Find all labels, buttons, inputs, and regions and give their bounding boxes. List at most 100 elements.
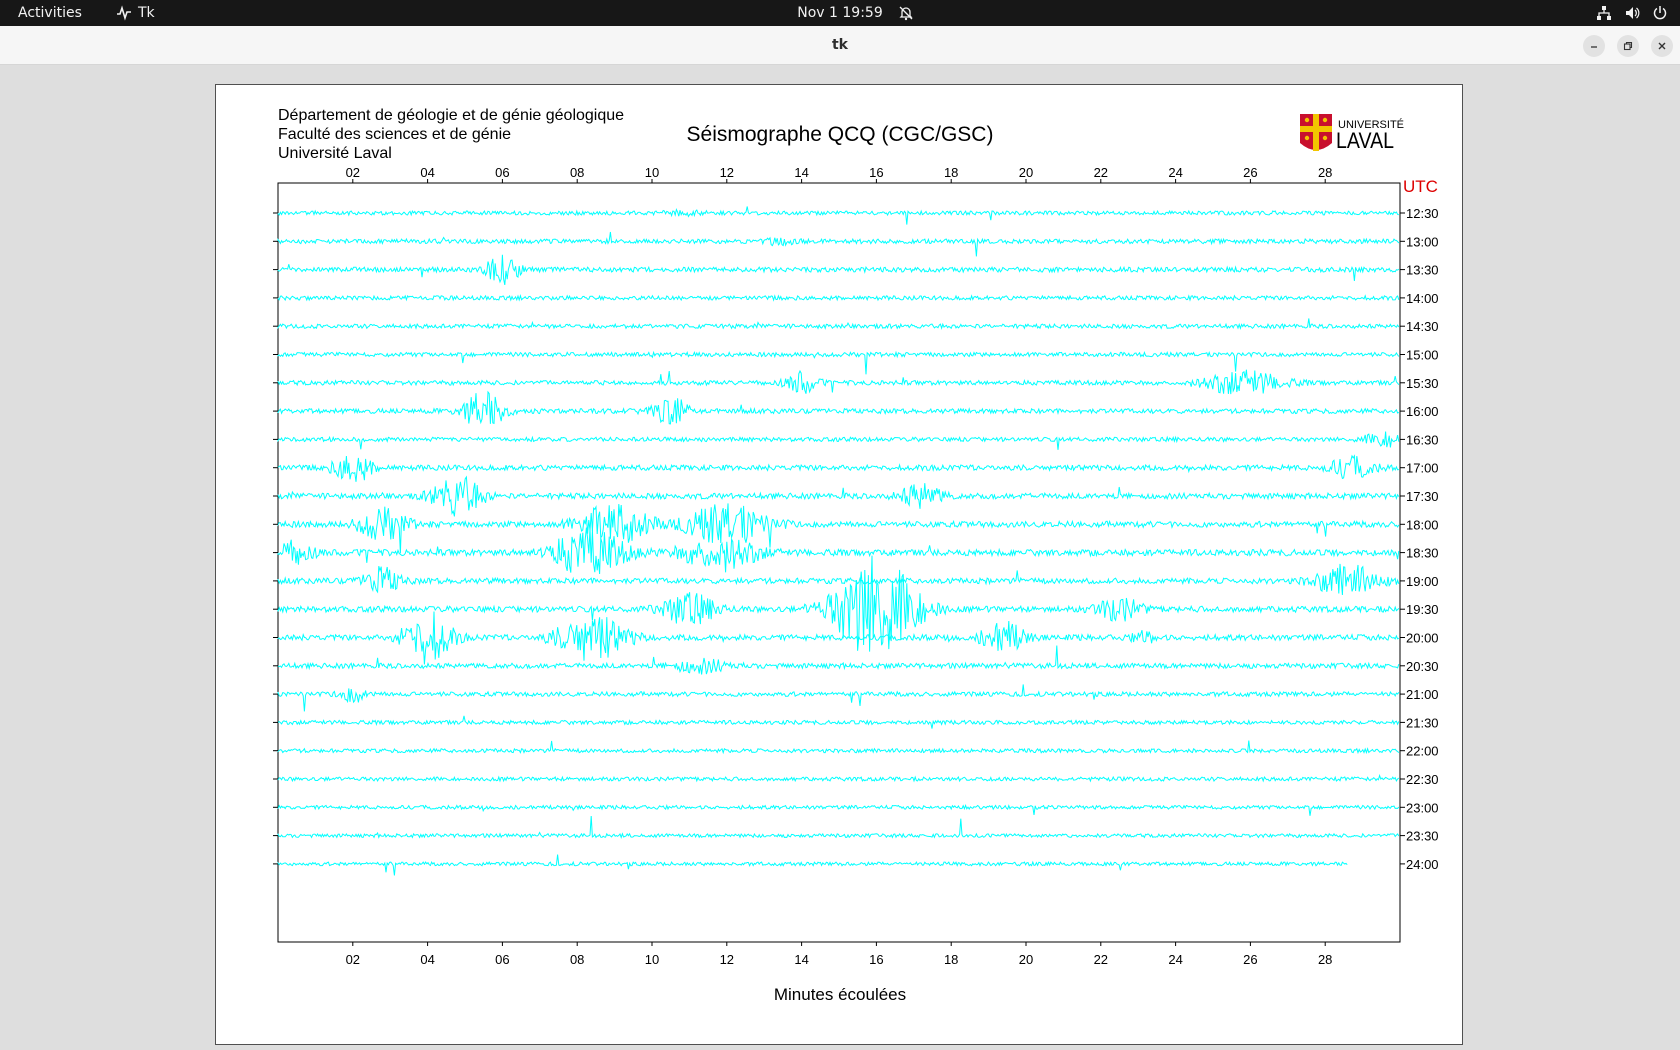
- trace-time-label: 20:00: [1406, 631, 1439, 646]
- seismic-trace: [277, 684, 1400, 712]
- restore-icon: [1623, 41, 1633, 51]
- activities-button[interactable]: Activities: [18, 0, 82, 26]
- x-tick-label-top: 16: [869, 165, 883, 180]
- seismic-trace: [277, 318, 1400, 330]
- seismic-trace: [277, 527, 1400, 575]
- window-titlebar[interactable]: tk: [0, 26, 1680, 65]
- x-tick-label-bottom: 04: [420, 952, 434, 967]
- trace-time-label: 21:00: [1406, 687, 1439, 702]
- clock[interactable]: Nov 1 19:59: [0, 0, 1680, 26]
- x-tick-label-top: 08: [570, 165, 584, 180]
- x-tick-label-bottom: 22: [1094, 952, 1108, 967]
- seismic-trace: [277, 350, 1400, 375]
- seismic-trace: [277, 555, 1400, 652]
- trace-time-label: 13:00: [1406, 234, 1439, 249]
- close-button[interactable]: [1651, 35, 1673, 57]
- volume-icon: [1626, 7, 1640, 19]
- x-tick-label-bottom: 26: [1243, 952, 1257, 967]
- power-icon: [1653, 6, 1667, 20]
- app-menu-label: Tk: [138, 5, 155, 21]
- trace-time-label: 15:00: [1406, 348, 1439, 363]
- x-tick-label-bottom: 16: [869, 952, 883, 967]
- institution-line-2: Faculté des sciences et de génie: [278, 126, 511, 143]
- seismic-trace: [277, 294, 1400, 302]
- x-tick-label-bottom: 08: [570, 952, 584, 967]
- seismic-trace: [277, 390, 1400, 425]
- trace-time-label: 19:00: [1406, 574, 1439, 589]
- trace-time-label: 18:00: [1406, 517, 1439, 532]
- x-tick-label-top: 18: [944, 165, 958, 180]
- x-tick-label-bottom: 24: [1168, 952, 1182, 967]
- trace-time-label: 23:30: [1406, 829, 1439, 844]
- logo-text-bottom: LAVAL: [1336, 128, 1394, 153]
- trace-time-label: 12:30: [1406, 206, 1439, 221]
- trace-time-label: 16:30: [1406, 432, 1439, 447]
- tick-group: 02 02 04 04 06 06 08 08 10 10 12 12 14 14 16 16 18 18 20 20…: [273, 165, 1439, 967]
- x-tick-label-top: 12: [720, 165, 734, 180]
- minimize-button[interactable]: [1583, 35, 1605, 57]
- seismic-trace: [277, 475, 1400, 517]
- trace-time-label: 23:00: [1406, 800, 1439, 815]
- trace-group: [277, 206, 1400, 876]
- x-tick-label-top: 04: [420, 165, 434, 180]
- network-icon: [1597, 6, 1611, 20]
- x-axis-label: Minutes écoulées: [774, 985, 906, 1004]
- system-tray[interactable]: [1596, 0, 1668, 26]
- seismic-trace: [277, 715, 1400, 729]
- seismic-trace: [277, 431, 1400, 450]
- trace-time-label: 14:00: [1406, 291, 1439, 306]
- x-tick-label-top: 24: [1168, 165, 1182, 180]
- top-bar: Activities Tk Nov 1 19:59: [0, 0, 1680, 26]
- seismic-trace: [277, 369, 1400, 395]
- trace-time-label: 22:30: [1406, 772, 1439, 787]
- seismograph-card: Département de géologie et de génie géol…: [215, 84, 1463, 1045]
- trace-time-label: 24:00: [1406, 857, 1439, 872]
- seismic-trace: [277, 503, 1400, 554]
- x-tick-label-top: 10: [645, 165, 659, 180]
- window-title: tk: [831, 37, 848, 53]
- trace-time-label: 18:30: [1406, 546, 1439, 561]
- seismic-trace: [277, 563, 1400, 596]
- trace-time-label: 17:30: [1406, 489, 1439, 504]
- x-tick-label-top: 26: [1243, 165, 1257, 180]
- x-tick-label-top: 06: [495, 165, 509, 180]
- seismic-trace: [277, 231, 1400, 257]
- seismic-trace: [277, 206, 1399, 225]
- seismograph-chart: Département de géologie et de génie géol…: [273, 107, 1439, 1004]
- seismic-trace: [277, 645, 1400, 675]
- x-tick-label-bottom: 12: [720, 952, 734, 967]
- x-tick-label-bottom: 02: [346, 952, 360, 967]
- close-icon: [1658, 42, 1666, 50]
- seismic-trace: [277, 254, 1400, 285]
- seismic-trace: [277, 854, 1348, 876]
- utc-label: UTC: [1403, 177, 1438, 196]
- trace-time-label: 20:30: [1406, 659, 1439, 674]
- logo-shield-icon: [1300, 114, 1332, 151]
- university-logo: UNIVERSITÉ LAVAL: [1300, 114, 1404, 153]
- institution-line-3: Université Laval: [278, 145, 392, 162]
- trace-time-label: 22:00: [1406, 744, 1439, 759]
- trace-time-label: 16:00: [1406, 404, 1439, 419]
- minimize-icon: [1591, 46, 1597, 48]
- seismic-trace: [277, 740, 1400, 755]
- tk-canvas-area: Département de géologie et de génie géol…: [0, 65, 1680, 1050]
- x-tick-label-top: 14: [794, 165, 808, 180]
- seismic-trace: [277, 803, 1400, 816]
- app-icon: [117, 5, 131, 21]
- seismic-trace: [277, 454, 1399, 482]
- x-tick-label-top: 02: [346, 165, 360, 180]
- maximize-button[interactable]: [1617, 35, 1639, 57]
- trace-time-label: 15:30: [1406, 376, 1439, 391]
- trace-time-label: 13:30: [1406, 263, 1439, 278]
- seismic-trace: [277, 815, 1400, 839]
- x-tick-label-top: 28: [1318, 165, 1332, 180]
- app-menu[interactable]: Tk: [116, 0, 155, 26]
- x-tick-label-top: 20: [1019, 165, 1033, 180]
- chart-title: Séismographe QCQ (CGC/GSC): [687, 123, 994, 146]
- x-tick-label-bottom: 14: [794, 952, 808, 967]
- x-tick-label-top: 22: [1094, 165, 1108, 180]
- trace-time-label: 19:30: [1406, 602, 1439, 617]
- clock-label: Nov 1 19:59: [797, 5, 883, 21]
- x-tick-label-bottom: 18: [944, 952, 958, 967]
- seismic-trace: [277, 773, 1400, 783]
